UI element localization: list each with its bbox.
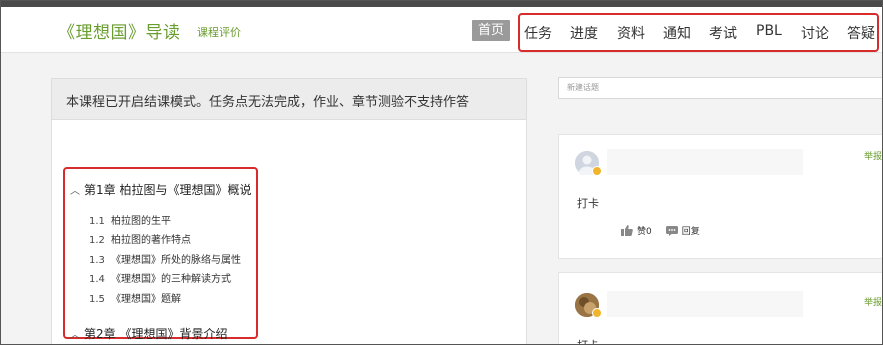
discussion-post: 举报 打卡 (558, 272, 883, 345)
post-text: 打卡 (577, 337, 599, 345)
chevron-up-icon[interactable]: ︿ (70, 182, 84, 197)
nav-materials[interactable]: 资料 (617, 23, 645, 43)
section-item[interactable]: 1.3 《理想国》所处的脉络与属性 (89, 251, 241, 266)
course-eval-link[interactable]: 课程评价 (197, 24, 241, 40)
discussion-post: 举报 打卡 赞0 回复 (558, 134, 883, 259)
course-header: 《理想国》导读 课程评价 首页 任务 进度 资料 通知 考试 PBL 讨论 答疑 (0, 7, 883, 53)
section-item[interactable]: 1.2 柏拉图的著作特点 (89, 231, 191, 246)
section-item[interactable]: 1.4 《理想国》的三种解读方式 (89, 270, 231, 285)
new-topic-input[interactable]: 新建话题 (558, 77, 883, 99)
like-button[interactable]: 赞0 (621, 224, 652, 237)
course-ended-notice: 本课程已开启结课模式。任务点无法完成，作业、章节测验不支持作答 (51, 78, 527, 120)
chapter-2-title: 第2章 《理想国》背景介绍 (84, 327, 228, 341)
reply-button[interactable]: 回复 (665, 224, 700, 237)
nav-pbl[interactable]: PBL (756, 23, 782, 39)
post-actions: 赞0 回复 (621, 224, 714, 237)
like-count: 赞0 (637, 227, 652, 237)
chapter-2-heading[interactable]: ︿ 第2章 《理想国》背景介绍 (70, 325, 227, 342)
nav-qa[interactable]: 答疑 (847, 23, 875, 43)
report-link[interactable]: 举报 (864, 149, 882, 162)
badge-icon (592, 308, 602, 318)
section-item[interactable]: 1.1 柏拉图的生平 (89, 212, 171, 227)
nav-home-button[interactable]: 首页 (472, 20, 510, 41)
nav-tasks[interactable]: 任务 (524, 23, 552, 43)
comment-icon (665, 225, 678, 236)
course-title[interactable]: 《理想国》导读 (58, 18, 181, 43)
top-strip (0, 0, 883, 7)
chapter-1-heading[interactable]: ︿ 第1章 柏拉图与《理想国》概说 (70, 181, 251, 198)
reply-label: 回复 (681, 227, 700, 237)
nav-discussion[interactable]: 讨论 (801, 23, 829, 43)
section-item[interactable]: 1.5 《理想国》题解 (89, 290, 181, 305)
author-name-bar (607, 149, 803, 175)
thumbs-up-icon (621, 225, 633, 236)
report-link[interactable]: 举报 (864, 295, 882, 308)
nav-exams[interactable]: 考试 (709, 23, 737, 43)
post-text: 打卡 (577, 197, 599, 210)
author-name-bar (607, 291, 803, 317)
nav-notices[interactable]: 通知 (663, 23, 691, 43)
chapter-1-title: 第1章 柏拉图与《理想国》概说 (84, 183, 252, 197)
nav-progress[interactable]: 进度 (570, 23, 598, 43)
badge-icon (592, 166, 602, 176)
chevron-up-icon[interactable]: ︿ (70, 326, 84, 341)
